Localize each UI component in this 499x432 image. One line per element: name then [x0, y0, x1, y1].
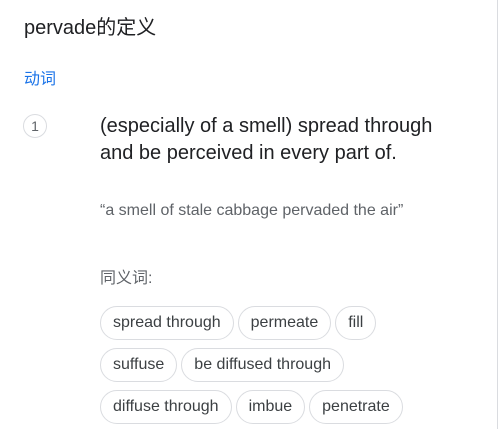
- definition-panel: pervade的定义 动词 1 (especially of a smell) …: [0, 0, 498, 429]
- synonyms-label: 同义词:: [100, 270, 153, 287]
- definition-text: (especially of a smell) spread through a…: [100, 115, 433, 164]
- synonym-chip[interactable]: imbue: [235, 390, 306, 424]
- synonym-row: suffuse be diffused through: [100, 348, 403, 382]
- synonym-chip[interactable]: diffuse through: [100, 390, 232, 424]
- part-of-speech-label: 动词: [24, 71, 57, 88]
- synonym-chip[interactable]: suffuse: [100, 348, 178, 382]
- synonym-chip[interactable]: spread through: [100, 306, 234, 340]
- sense-number-badge: 1: [23, 114, 47, 138]
- synonym-chip[interactable]: be diffused through: [181, 348, 344, 382]
- synonym-row: diffuse through imbue penetrate: [100, 390, 403, 424]
- example-sentence: “a smell of stale cabbage pervaded the a…: [100, 202, 404, 219]
- synonym-chip[interactable]: fill: [335, 306, 377, 340]
- page-title: pervade的定义: [24, 17, 157, 39]
- synonym-row: spread through permeate fill: [100, 306, 403, 340]
- synonym-chip[interactable]: penetrate: [309, 390, 403, 424]
- synonym-chip[interactable]: permeate: [237, 306, 332, 340]
- synonyms-list: spread through permeate fill suffuse be …: [100, 306, 403, 432]
